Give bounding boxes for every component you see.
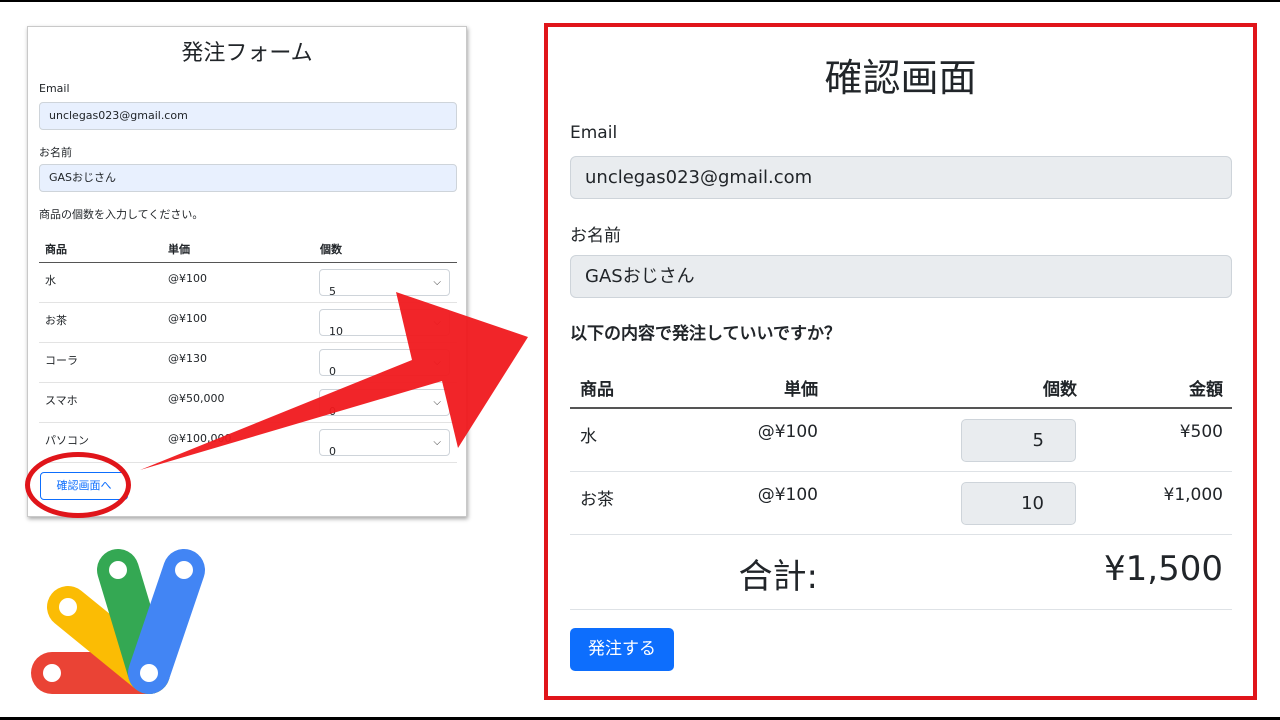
header-price: 単価 [784, 380, 818, 400]
header-price: 単価 [168, 243, 190, 256]
qty-select[interactable]: 5 ⌵ [319, 269, 450, 298]
unit-price: @¥100,000 [168, 432, 232, 445]
qty-select[interactable]: 0 ⌵ [319, 429, 450, 458]
product-name: お茶 [580, 490, 614, 510]
header-amount: 金額 [1189, 380, 1223, 400]
table-row: コーラ @¥130 0 ⌵ [39, 343, 457, 383]
table-row: 水 @¥100 5 ¥500 [570, 409, 1232, 472]
place-order-button[interactable]: 発注する [570, 628, 674, 671]
confirmation-panel: 確認画面 Email unclegas023@gmail.com お名前 GAS… [544, 23, 1257, 700]
total-label: 合計: [738, 557, 818, 597]
unit-price: @¥100 [757, 485, 818, 505]
highlight-circle [25, 452, 131, 518]
chevron-down-icon: ⌵ [433, 397, 441, 408]
qty-select[interactable]: 0 ⌵ [319, 349, 450, 378]
email-readonly-field[interactable]: unclegas023@gmail.com [570, 156, 1232, 199]
header-product: 商品 [580, 380, 614, 400]
unit-price: @¥100 [757, 422, 818, 442]
total-row: 合計: ¥1,500 [570, 535, 1232, 610]
header-product: 商品 [45, 243, 67, 256]
confirmation-table-header: 商品 単価 個数 金額 [570, 363, 1232, 409]
table-row: 水 @¥100 5 ⌵ [39, 263, 457, 303]
chevron-down-icon: ⌵ [433, 357, 441, 368]
chevron-down-icon: ⌵ [433, 317, 441, 328]
line-amount: ¥1,000 [1163, 485, 1223, 505]
qty-value: 0 [329, 405, 336, 418]
name-readonly-field[interactable]: GASおじさん [570, 255, 1232, 298]
table-row: お茶 @¥100 10 ¥1,000 [570, 472, 1232, 535]
product-name: 水 [580, 427, 597, 447]
header-qty: 個数 [320, 243, 342, 256]
table-row: お茶 @¥100 10 ⌵ [39, 303, 457, 343]
table-row: スマホ @¥50,000 0 ⌵ [39, 383, 457, 423]
qty-readonly-field[interactable]: 5 [961, 419, 1076, 462]
unit-price: @¥50,000 [168, 392, 225, 405]
total-value: ¥1,500 [1104, 549, 1223, 589]
product-name: 水 [45, 274, 56, 287]
name-field[interactable]: GASおじさん [39, 164, 457, 192]
instruction-text: 商品の個数を入力してください。 [39, 208, 204, 221]
qty-readonly-field[interactable]: 10 [961, 482, 1076, 525]
header-qty: 個数 [1043, 380, 1077, 400]
email-field[interactable]: unclegas023@gmail.com [39, 102, 457, 130]
qty-value: 0 [329, 445, 336, 458]
product-name: スマホ [45, 394, 78, 407]
chevron-down-icon: ⌵ [433, 437, 441, 448]
product-name: コーラ [45, 354, 78, 367]
line-amount: ¥500 [1179, 422, 1223, 442]
product-name: パソコン [45, 434, 89, 447]
order-form-title: 発注フォーム [181, 41, 313, 66]
confirmation-question: 以下の内容で発注していいですか？ [570, 324, 841, 344]
unit-price: @¥130 [168, 352, 207, 365]
chevron-down-icon: ⌵ [433, 277, 441, 288]
email-label: Email [570, 123, 618, 143]
email-label: Email [39, 82, 70, 95]
unit-price: @¥100 [168, 312, 207, 325]
qty-select[interactable]: 0 ⌵ [319, 389, 450, 418]
qty-value: 5 [329, 285, 336, 298]
qty-value: 10 [329, 325, 343, 338]
confirmation-title: 確認画面 [824, 56, 977, 100]
name-label: お名前 [39, 146, 72, 159]
order-table: 商品 単価 個数 水 @¥100 5 ⌵ お茶 @¥100 10 ⌵ コーラ @¥1… [39, 233, 457, 463]
qty-select[interactable]: 10 ⌵ [319, 309, 450, 338]
confirmation-table: 商品 単価 個数 金額 水 @¥100 5 ¥500 お茶 @¥100 10 ¥… [570, 363, 1232, 610]
name-label: お名前 [570, 226, 621, 246]
product-name: お茶 [45, 314, 67, 327]
top-border [0, 0, 1280, 2]
qty-value: 0 [329, 365, 336, 378]
order-table-header: 商品 単価 個数 [39, 233, 457, 263]
order-form-panel: 発注フォーム Email unclegas023@gmail.com お名前 G… [27, 26, 467, 517]
apps-script-logo [31, 549, 205, 694]
unit-price: @¥100 [168, 272, 207, 285]
